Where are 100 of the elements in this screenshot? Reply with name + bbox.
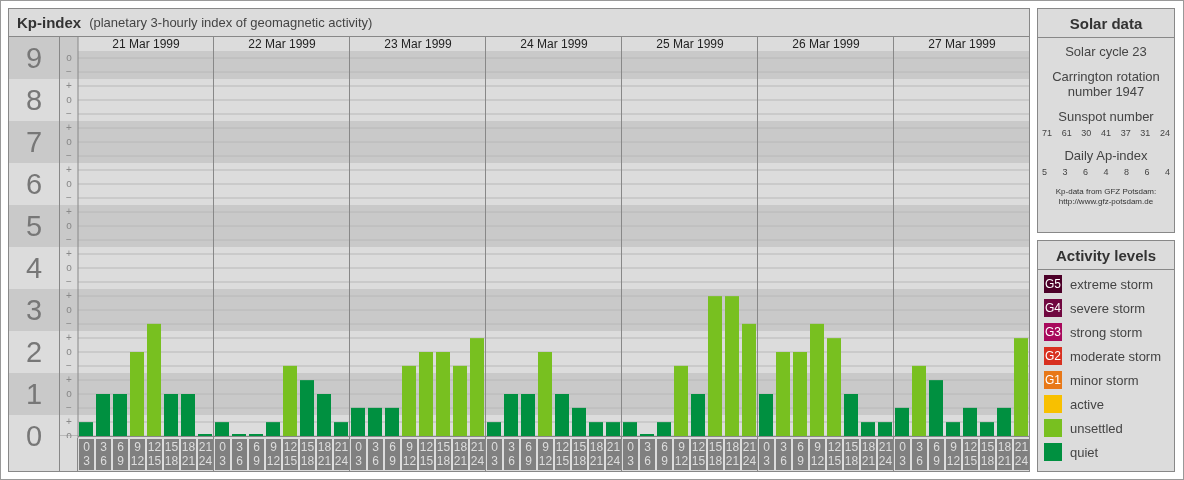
legend-label: strong storm <box>1070 324 1143 340</box>
bar <box>504 394 518 436</box>
hour-label: 21 24 <box>198 439 213 470</box>
hour-label: 3 6 <box>776 439 791 470</box>
axis-tick-label: − <box>66 318 72 329</box>
date-label: 21 Mar 1999 <box>112 37 180 51</box>
axis-tick-label: + <box>66 416 72 427</box>
bar <box>759 394 773 436</box>
legend-label: extreme storm <box>1070 276 1154 292</box>
bar <box>79 422 93 436</box>
source-url: http://www.gfz-potsdam.de <box>1058 197 1154 207</box>
bar <box>164 394 178 436</box>
sunspot-value: 41 <box>1100 128 1111 138</box>
legend-label: minor storm <box>1070 372 1139 388</box>
hour-label: 0 3 <box>215 439 230 470</box>
axis-tick-label: − <box>66 402 72 413</box>
hour-label: 15 18 <box>980 439 995 470</box>
hour-label: 18 21 <box>725 439 740 470</box>
hour-label: 6 9 <box>249 439 264 470</box>
hour-label: 3 6 <box>96 439 111 470</box>
sunspot-value: 30 <box>1081 128 1092 138</box>
ap-index-value: 8 <box>1123 167 1129 177</box>
axis-tick-label: + <box>66 80 72 91</box>
panel-title: Solar data <box>1038 9 1174 38</box>
hour-label: 3 6 <box>504 439 519 470</box>
date-label: 27 Mar 1999 <box>928 37 996 51</box>
axis-label: 1 <box>25 378 43 410</box>
legend-label: active <box>1070 396 1104 412</box>
hour-label: 9 12 <box>810 439 825 470</box>
bar <box>980 422 994 436</box>
sunspot-value: 61 <box>1061 128 1072 138</box>
hour-label: 6 9 <box>929 439 944 470</box>
bar <box>674 365 688 436</box>
hour-label: 18 21 <box>861 439 876 470</box>
bar <box>572 407 586 436</box>
axis-tick-label: o <box>66 262 72 273</box>
sunspot-value: 37 <box>1120 128 1131 138</box>
hour-label: 9 12 <box>538 439 553 470</box>
hour-label: 15 18 <box>572 439 587 470</box>
bar <box>691 394 705 436</box>
hour-label: 9 12 <box>130 439 145 470</box>
bar <box>963 407 977 436</box>
hour-label: 3 6 <box>912 439 927 470</box>
hour-label: 15 18 <box>436 439 451 470</box>
hour-label: 6 9 <box>657 439 672 470</box>
source-text: Kp-data from GFZ Potsdam: <box>1055 187 1157 197</box>
hour-label: 3 6 <box>232 439 247 470</box>
hour-label: 0 3 <box>487 439 502 470</box>
ap-index-value: 4 <box>1164 167 1170 177</box>
hour-label: 21 24 <box>878 439 893 470</box>
axis-tick-label: − <box>66 234 72 245</box>
axis-tick-label: + <box>66 290 72 301</box>
ap-index-value: 3 <box>1062 167 1068 177</box>
axis-label: 5 <box>25 210 43 242</box>
solar-cycle-text: Solar cycle 23 <box>1065 44 1147 59</box>
hour-label: 12 15 <box>963 439 978 470</box>
hour-label: 21 24 <box>1014 439 1029 470</box>
hour-label: 12 15 <box>147 439 162 470</box>
bar <box>402 365 416 436</box>
date-label: 23 Mar 1999 <box>384 37 452 51</box>
hour-label: 12 15 <box>555 439 570 470</box>
hour-label: 18 21 <box>317 439 332 470</box>
hour-label: 15 18 <box>164 439 179 470</box>
bar <box>113 394 127 436</box>
hour-label: 9 12 <box>674 439 689 470</box>
hour-label: 6 9 <box>385 439 400 470</box>
sunspot-value: 71 <box>1042 128 1052 138</box>
hour-label: 12 15 <box>691 439 706 470</box>
axis-tick-label: + <box>66 206 72 217</box>
legend-label: quiet <box>1070 444 1099 460</box>
hour-label: 12 15 <box>827 439 842 470</box>
bar <box>844 394 858 436</box>
date-label: 24 Mar 1999 <box>520 37 588 51</box>
bar <box>181 394 195 436</box>
hour-label: 0 3 <box>895 439 910 470</box>
legend-label: severe storm <box>1070 300 1146 316</box>
bar <box>368 407 382 436</box>
hour-label: 18 21 <box>589 439 604 470</box>
ap-index-label: Daily Ap-index <box>1064 148 1148 163</box>
legend-swatch: G5 <box>1044 275 1062 293</box>
hour-label: 21 24 <box>606 439 621 470</box>
hour-label: 9 12 <box>946 439 961 470</box>
hour-label: 12 15 <box>283 439 298 470</box>
bar <box>521 394 535 436</box>
bar <box>334 422 348 436</box>
sunspot-value: 31 <box>1140 128 1151 138</box>
bar <box>623 422 637 436</box>
ap-index-value: 6 <box>1144 167 1150 177</box>
axis-label: 2 <box>25 336 43 368</box>
legend-swatch: G3 <box>1044 323 1062 341</box>
axis-tick-label: + <box>66 332 72 343</box>
hour-label: 0 3 <box>79 439 94 470</box>
ap-index-value: 6 <box>1082 167 1088 177</box>
hour-label: 6 9 <box>521 439 536 470</box>
bar <box>453 365 467 436</box>
sunspot-value: 24 <box>1159 128 1170 138</box>
legend-swatch: G4 <box>1044 299 1062 317</box>
legend-label: unsettled <box>1070 420 1123 436</box>
date-label: 22 Mar 1999 <box>248 37 316 51</box>
date-label: 25 Mar 1999 <box>656 37 724 51</box>
